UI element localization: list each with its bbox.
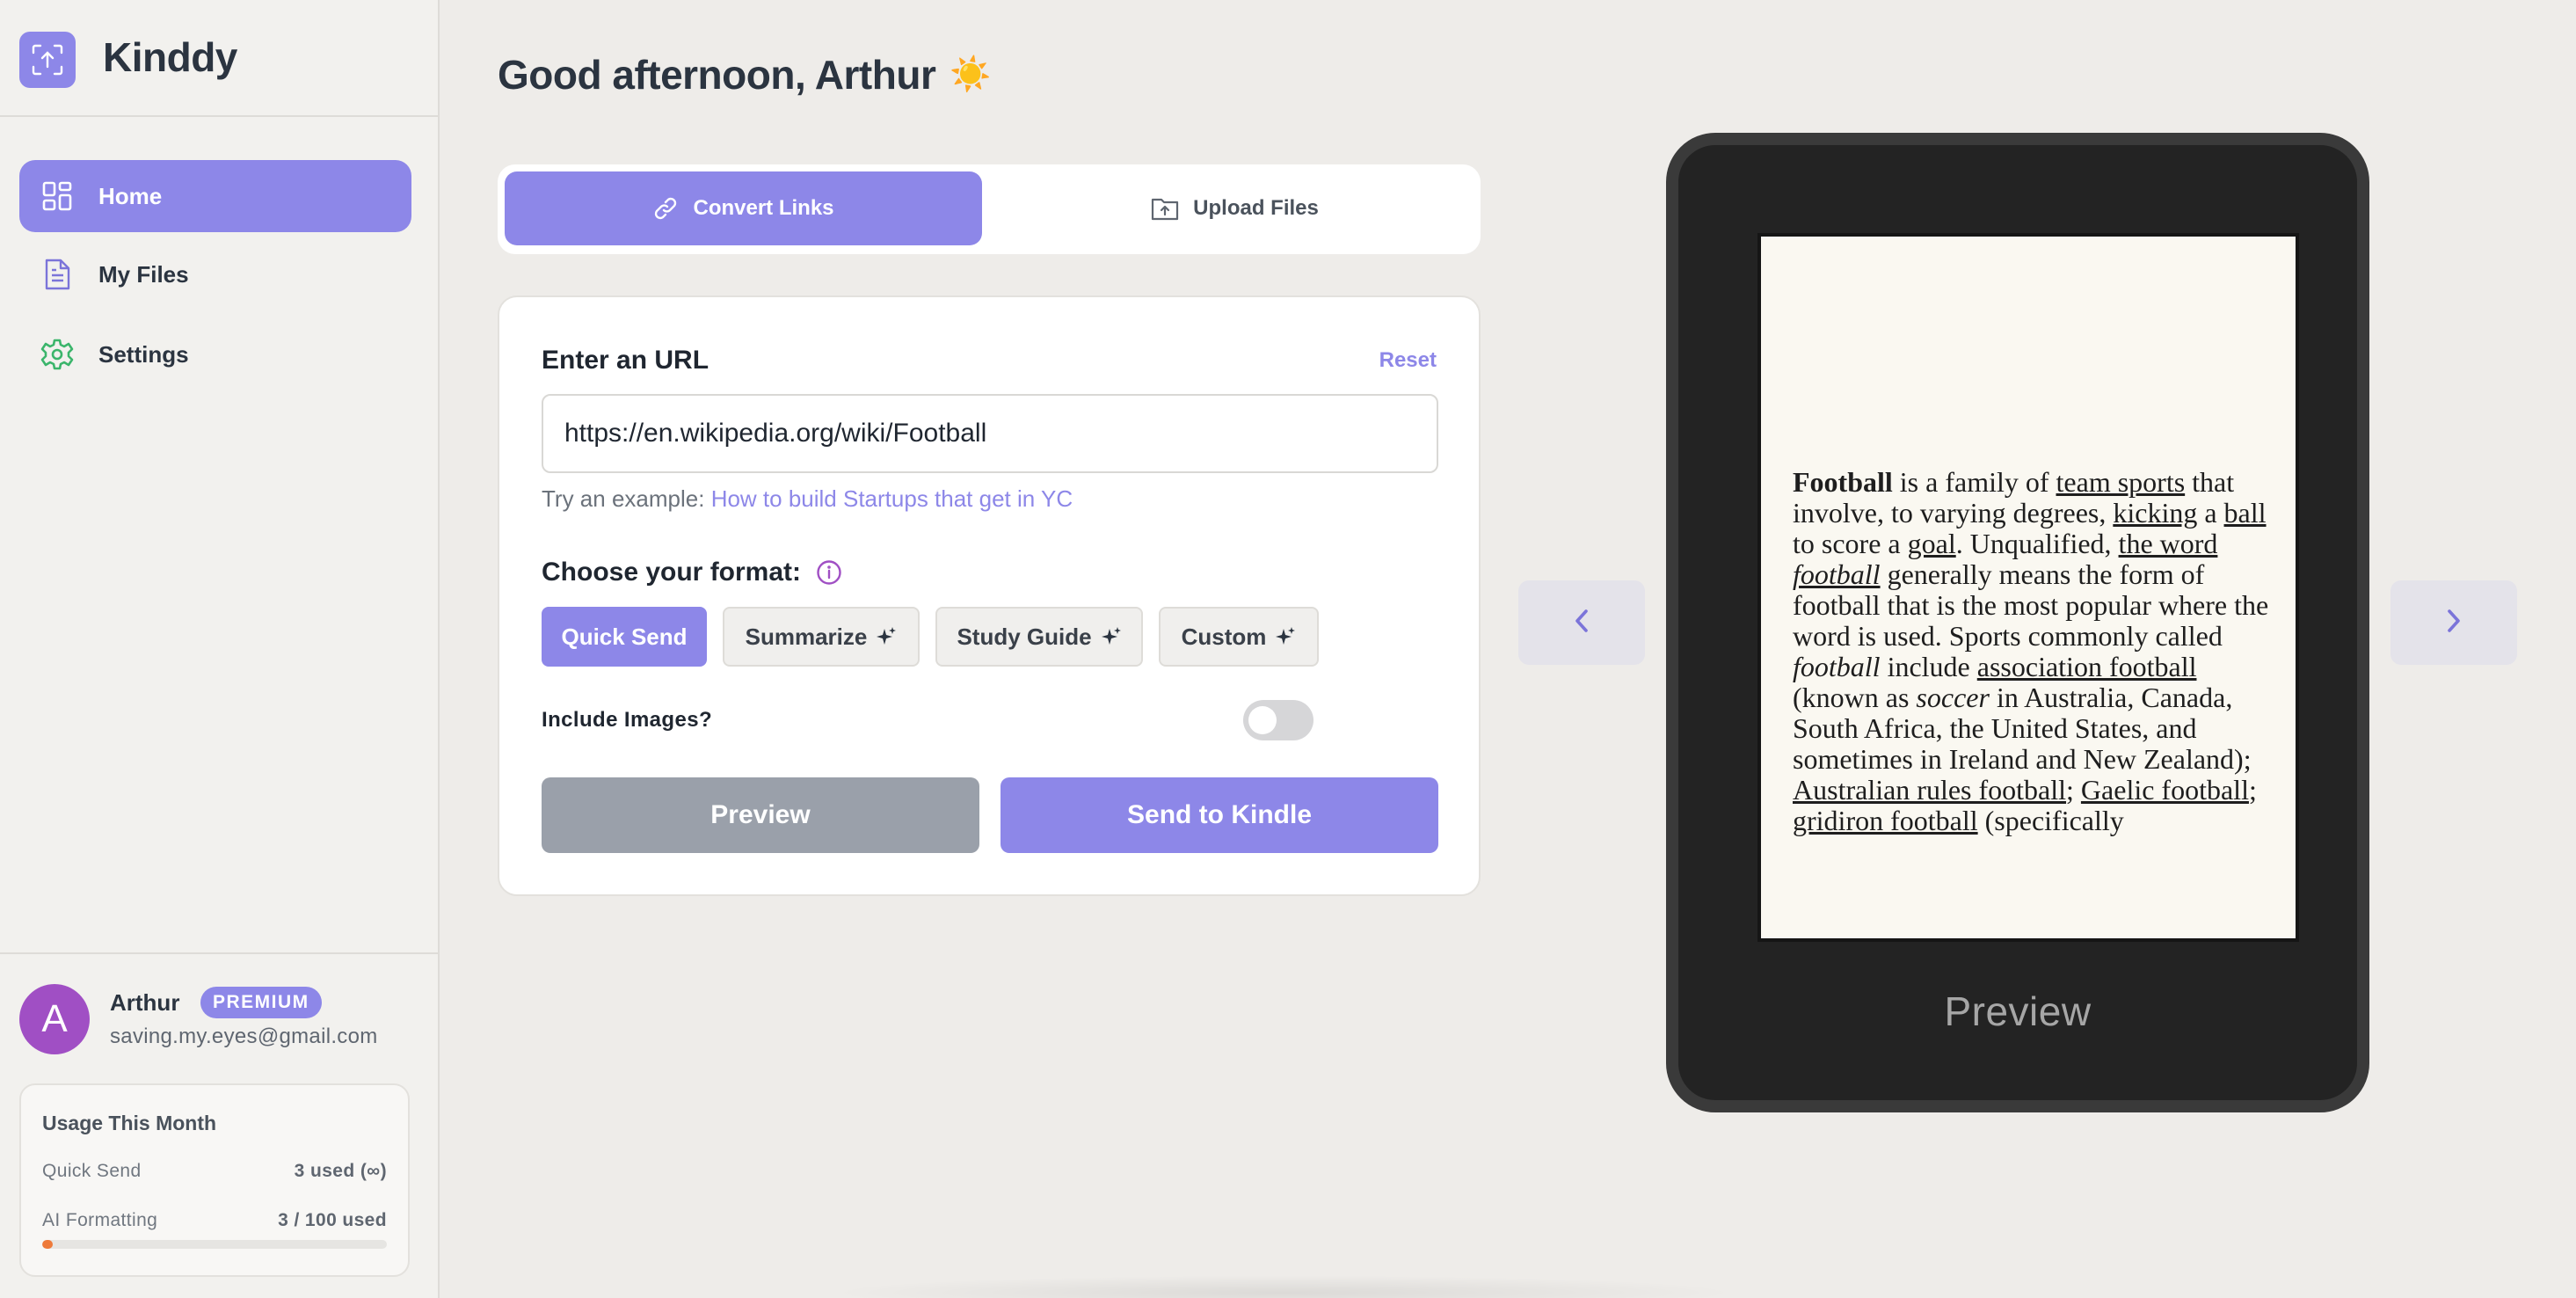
tab-convert-links[interactable]: Convert Links xyxy=(505,171,982,245)
usage-row-label: AI Formatting xyxy=(42,1210,158,1230)
preview-text-segment: Football xyxy=(1793,466,1893,498)
sidebar-item-label: Home xyxy=(98,182,163,209)
sidebar-item-label: Settings xyxy=(98,340,189,368)
document-icon xyxy=(40,258,74,291)
preview-text-segment: ; xyxy=(2066,774,2081,806)
user-name: Arthur xyxy=(110,989,180,1016)
device-caption: Preview xyxy=(1944,988,2092,1034)
format-summarize[interactable]: Summarize xyxy=(723,607,920,667)
sidebar-item-label: My Files xyxy=(98,260,189,288)
usage-title: Usage This Month xyxy=(42,1112,217,1134)
preview-text-segment: a xyxy=(2197,497,2224,529)
include-images-toggle[interactable] xyxy=(1243,700,1313,740)
preview-link[interactable]: the word xyxy=(2119,528,2218,559)
upload-frame-icon[interactable] xyxy=(19,32,76,88)
preview-link[interactable]: Australian rules football xyxy=(1793,774,2066,806)
example-prefix: Try an example: xyxy=(542,485,705,512)
tab-label: Convert Links xyxy=(693,196,834,220)
send-to-kindle-button[interactable]: Send to Kindle xyxy=(1001,777,1438,853)
ai-formatting-progress-bar xyxy=(42,1240,387,1249)
previous-page-button[interactable] xyxy=(1518,580,1645,665)
premium-badge: PREMIUM xyxy=(200,987,322,1018)
preview-link[interactable]: football xyxy=(1793,558,1881,590)
format-quick-send[interactable]: Quick Send xyxy=(542,607,707,667)
preview-text-segment: include xyxy=(1880,651,1977,682)
ai-formatting-progress-fill xyxy=(42,1240,53,1249)
reset-button[interactable]: Reset xyxy=(1379,348,1437,373)
sparkle-icon xyxy=(1101,626,1122,647)
preview-text-segment: to score a xyxy=(1793,528,1908,559)
usage-row-quick-send: Quick Send 3 used (∞) xyxy=(42,1161,387,1182)
example-link[interactable]: How to build Startups that get in YC xyxy=(711,485,1073,512)
format-label-text: Custom xyxy=(1181,623,1267,650)
info-icon[interactable] xyxy=(815,558,843,587)
preview-text-segment: (specifically xyxy=(1977,805,2124,836)
sidebar: Kinddy Home My Files Settings A Arthur P… xyxy=(0,0,440,1298)
app-name[interactable]: Kinddy xyxy=(103,33,237,81)
preview-link[interactable]: goal xyxy=(1908,528,1956,559)
usage-card: Usage This Month Quick Send 3 used (∞) A… xyxy=(19,1083,410,1277)
sidebar-item-home[interactable]: Home xyxy=(19,160,411,232)
format-heading: Choose your format: xyxy=(542,558,843,587)
format-label-text: Study Guide xyxy=(957,623,1092,650)
avatar[interactable]: A xyxy=(19,984,90,1054)
convert-form-card: Enter an URL Reset Try an example: How t… xyxy=(498,295,1481,896)
greeting-text: Good afternoon, Arthur xyxy=(498,52,936,98)
tab-label: Upload Files xyxy=(1193,196,1319,220)
sidebar-item-my-files[interactable]: My Files xyxy=(19,238,411,310)
usage-row-ai-formatting: AI Formatting 3 / 100 used xyxy=(42,1210,387,1231)
url-label: Enter an URL xyxy=(542,346,709,375)
sidebar-item-settings[interactable]: Settings xyxy=(19,318,411,390)
preview-article-text: Football is a family of team sports that… xyxy=(1793,467,2269,836)
gear-icon xyxy=(40,338,74,371)
example-hint: Try an example: How to build Startups th… xyxy=(542,485,1073,513)
format-label-text: Quick Send xyxy=(561,623,688,650)
usage-row-value: 3 / 100 used xyxy=(278,1210,387,1230)
preview-link[interactable]: association football xyxy=(1977,651,2197,682)
toggle-knob xyxy=(1248,706,1277,734)
preview-link[interactable]: team sports xyxy=(2056,466,2186,498)
preview-link[interactable]: ball xyxy=(2224,497,2267,529)
preview-text-segment: ; xyxy=(2248,774,2257,806)
preview-text-segment: football xyxy=(1793,651,1881,682)
url-input[interactable] xyxy=(542,394,1438,473)
tab-upload-files[interactable]: Upload Files xyxy=(996,171,1474,245)
include-images-label: Include Images? xyxy=(542,708,713,732)
sparkle-icon xyxy=(1275,626,1296,647)
user-email: saving.my.eyes@gmail.com xyxy=(110,1025,378,1048)
usage-row-value: 3 used (∞) xyxy=(294,1161,387,1181)
preview-text-segment: (known as xyxy=(1793,682,1917,713)
user-profile: A Arthur PREMIUM saving.my.eyes@gmail.co… xyxy=(0,952,438,1298)
preview-link[interactable]: kicking xyxy=(2113,497,2197,529)
chevron-right-icon xyxy=(2441,606,2466,640)
sparkle-icon xyxy=(876,626,897,647)
preview-link[interactable]: gridiron football xyxy=(1793,805,1978,836)
preview-text-segment: is a family of xyxy=(1892,466,2056,498)
usage-row-label: Quick Send xyxy=(42,1161,142,1181)
preview-link[interactable]: Gaelic football xyxy=(2081,774,2249,806)
chevron-left-icon xyxy=(1569,606,1594,640)
preview-text-segment: soccer xyxy=(1916,682,1990,713)
preview-text-segment: . Unqualified, xyxy=(1955,528,2119,559)
sun-icon: ☀️ xyxy=(950,56,992,93)
brand-header: Kinddy xyxy=(0,0,438,117)
format-label-text: Summarize xyxy=(745,623,868,650)
preview-button[interactable]: Preview xyxy=(542,777,979,853)
shadow-decoration xyxy=(826,1275,1741,1298)
link-icon xyxy=(652,195,679,222)
folder-upload-icon xyxy=(1151,195,1179,222)
format-label: Choose your format: xyxy=(542,558,802,587)
mode-tabs: Convert Links Upload Files xyxy=(498,164,1481,254)
kindle-device-preview: Football is a family of team sports that… xyxy=(1666,133,2369,1112)
dashboard-grid-icon xyxy=(40,179,74,213)
format-custom[interactable]: Custom xyxy=(1159,607,1319,667)
kindle-screen: Football is a family of team sports that… xyxy=(1757,233,2299,942)
page-title: Good afternoon, Arthur ☀️ xyxy=(498,51,992,98)
next-page-button[interactable] xyxy=(2390,580,2517,665)
format-study-guide[interactable]: Study Guide xyxy=(935,607,1143,667)
